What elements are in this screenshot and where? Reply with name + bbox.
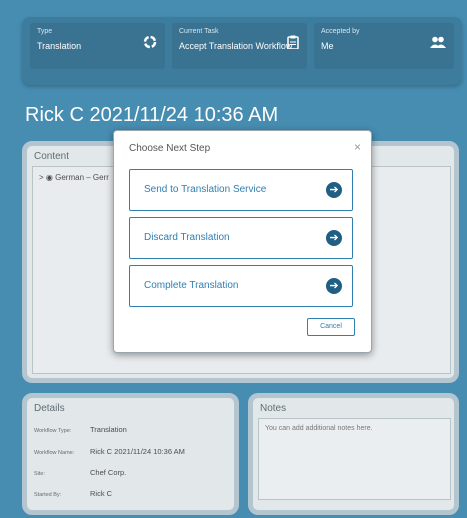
dialog-title: Choose Next Step (129, 143, 211, 154)
option-label: Send to Translation Service (144, 184, 267, 195)
arrow-right-circle-icon: ➔ (326, 182, 342, 198)
send-to-translation-service-button[interactable]: Send to Translation Service ➔ (129, 169, 353, 211)
close-icon[interactable]: × (354, 140, 361, 154)
choose-next-step-dialog: Choose Next Step × Send to Translation S… (113, 130, 372, 353)
option-label: Discard Translation (144, 232, 230, 243)
option-label: Complete Translation (144, 280, 239, 291)
cancel-button[interactable]: Cancel (307, 318, 355, 336)
discard-translation-button[interactable]: Discard Translation ➔ (129, 217, 353, 259)
arrow-right-circle-icon: ➔ (326, 278, 342, 294)
complete-translation-button[interactable]: Complete Translation ➔ (129, 265, 353, 307)
arrow-right-circle-icon: ➔ (326, 230, 342, 246)
